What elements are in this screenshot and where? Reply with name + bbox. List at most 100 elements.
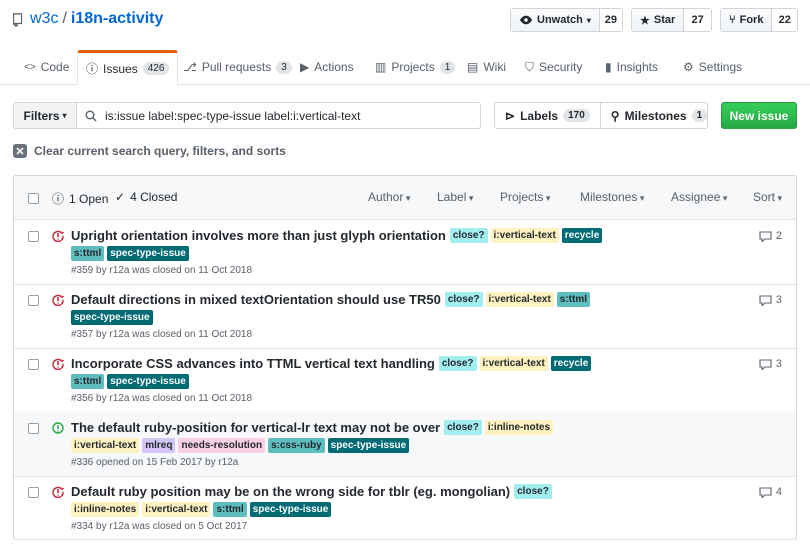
milestones-dropdown[interactable]: Milestones — [580, 190, 644, 204]
issue-label[interactable]: spec-type-issue — [107, 246, 189, 261]
issue-label[interactable]: i:inline-notes — [71, 502, 140, 517]
comment-count: 2 — [775, 230, 782, 242]
sort-dropdown[interactable]: Sort — [753, 190, 782, 204]
repo-owner-link[interactable]: w3c — [30, 10, 58, 27]
issue-label[interactable]: needs-resolution — [178, 438, 266, 453]
filters-dropdown[interactable]: Filters ▾ — [13, 102, 77, 129]
issue-label[interactable]: i:inline-notes — [484, 420, 554, 435]
comments-link[interactable]: 4 — [759, 486, 782, 498]
milestones-label: Milestones — [624, 108, 687, 123]
tab-actions[interactable]: ▶ Actions — [300, 50, 354, 84]
comments-link[interactable]: 3 — [759, 358, 782, 370]
issue-title-link[interactable]: Incorporate CSS advances into TTML verti… — [71, 356, 435, 371]
comments-link[interactable]: 2 — [759, 230, 782, 242]
star-count[interactable]: 27 — [684, 9, 711, 31]
issue-closed-icon — [52, 358, 64, 370]
issue-checkbox[interactable] — [28, 295, 39, 306]
author-dropdown[interactable]: Author — [368, 190, 410, 204]
projects-dropdown[interactable]: Projects — [500, 190, 550, 204]
comments-link[interactable]: 3 — [759, 294, 782, 306]
tag-icon: ⊳ — [505, 108, 516, 123]
issue-icon: ⓘ — [86, 62, 99, 76]
tab-label: Pull requests — [201, 60, 272, 74]
tab-issues[interactable]: ⓘ Issues 426 — [77, 50, 179, 85]
issue-checkbox[interactable] — [28, 487, 39, 498]
issue-label[interactable]: close? — [449, 228, 488, 243]
tab-security[interactable]: ⛉ Security — [525, 50, 582, 84]
repo-icon — [13, 13, 23, 27]
assignee-dropdown[interactable]: Assignee — [671, 190, 727, 204]
issue-label[interactable]: s:ttml — [71, 374, 105, 389]
issue-label[interactable]: s:ttml — [556, 292, 591, 307]
issue-label[interactable]: i:vertical-text — [71, 438, 140, 453]
watch-count[interactable]: 29 — [599, 9, 622, 31]
fork-count[interactable]: 22 — [772, 9, 797, 31]
comment-icon — [759, 294, 772, 306]
repo-name-link[interactable]: i18n-activity — [71, 10, 163, 27]
tab-settings[interactable]: ⚙ Settings — [683, 50, 742, 84]
tab-insights[interactable]: ▮ Insights — [605, 50, 658, 84]
tab-label: Insights — [616, 60, 658, 74]
comment-count: 3 — [775, 294, 782, 306]
repo-separator: / — [62, 10, 67, 27]
label-dropdown[interactable]: Label — [437, 190, 473, 204]
pull-request-icon: ⎇ — [183, 60, 197, 74]
issue-labels: i:inline-notes i:vertical-text s:ttml spec-… — [71, 502, 332, 517]
labels-button[interactable]: ⊳ Labels 170 — [495, 103, 601, 128]
issue-label[interactable]: close? — [514, 484, 552, 499]
tab-label: Actions — [314, 60, 354, 74]
check-icon: ✓ — [115, 190, 126, 204]
issue-label[interactable]: close? — [444, 292, 483, 307]
tab-wiki[interactable]: ▤ Wiki — [467, 50, 506, 84]
issue-title-link[interactable]: Upright orientation involves more than j… — [71, 228, 446, 243]
issue-title-link[interactable]: Default ruby position may be on the wron… — [71, 484, 510, 499]
comment-icon — [759, 230, 772, 242]
comment-count: 3 — [775, 358, 782, 370]
issue-labels: spec-type-issue — [71, 310, 153, 325]
issue-label[interactable]: spec-type-issue — [71, 310, 153, 325]
issue-label[interactable]: recycle — [550, 356, 592, 371]
issue-title-link[interactable]: Default directions in mixed textOrientat… — [71, 292, 441, 307]
issue-title-link[interactable]: The default ruby-position for vertical-l… — [71, 420, 440, 435]
closed-filter[interactable]: ✓ 4 Closed — [115, 190, 177, 204]
eye-icon — [519, 15, 533, 25]
watch-button[interactable]: Unwatch ▾ 29 — [510, 8, 623, 32]
issue-checkbox[interactable] — [28, 423, 39, 434]
issue-label[interactable]: i:vertical-text — [479, 356, 548, 371]
tab-projects[interactable]: ▥ Projects 1 — [375, 50, 456, 84]
project-icon: ▥ — [375, 60, 387, 74]
issue-label[interactable]: recycle — [561, 228, 603, 243]
issue-label[interactable]: close? — [438, 356, 477, 371]
issue-label[interactable]: s:css-ruby — [268, 438, 325, 453]
issue-label[interactable]: i:vertical-text — [485, 292, 554, 307]
tab-code[interactable]: <> Code — [24, 50, 69, 84]
issue-label[interactable]: spec-type-issue — [107, 374, 189, 389]
issue-checkbox[interactable] — [28, 231, 39, 242]
issue-label[interactable]: close? — [444, 420, 482, 435]
issue-label[interactable]: s:ttml — [71, 246, 105, 261]
issue-checkbox[interactable] — [28, 359, 39, 370]
issue-label[interactable]: spec-type-issue — [249, 502, 332, 517]
new-issue-button[interactable]: New issue — [721, 102, 797, 129]
search-box[interactable] — [76, 102, 481, 129]
issue-label[interactable]: mlreq — [142, 438, 176, 453]
issue-label[interactable]: spec-type-issue — [327, 438, 410, 453]
issue-title-line: Default ruby position may be on the wron… — [71, 484, 552, 499]
star-button[interactable]: ★ Star 27 — [631, 8, 712, 32]
fork-button[interactable]: ⑂ Fork 22 — [720, 8, 798, 32]
tab-count: 426 — [142, 62, 170, 75]
issue-label[interactable]: i:vertical-text — [142, 502, 211, 517]
star-label: Star — [653, 14, 676, 26]
issue-title-line: The default ruby-position for vertical-l… — [71, 420, 554, 435]
milestone-icon: ⚲ — [610, 108, 620, 123]
milestones-button[interactable]: ⚲ Milestones 1 — [601, 103, 717, 128]
search-input[interactable] — [103, 107, 477, 124]
tab-pull-requests[interactable]: ⎇ Pull requests 3 — [183, 50, 292, 84]
issue-label[interactable]: i:vertical-text — [490, 228, 559, 243]
open-filter[interactable]: ⓘ 1 Open — [52, 190, 108, 207]
select-all-checkbox[interactable] — [28, 193, 39, 204]
clear-filters-link[interactable]: ✕ Clear current search query, filters, an… — [13, 144, 286, 158]
repo-title: w3c / i18n-activity — [30, 10, 163, 28]
issue-label[interactable]: s:ttml — [213, 502, 247, 517]
issue-title-line: Upright orientation involves more than j… — [71, 228, 603, 243]
